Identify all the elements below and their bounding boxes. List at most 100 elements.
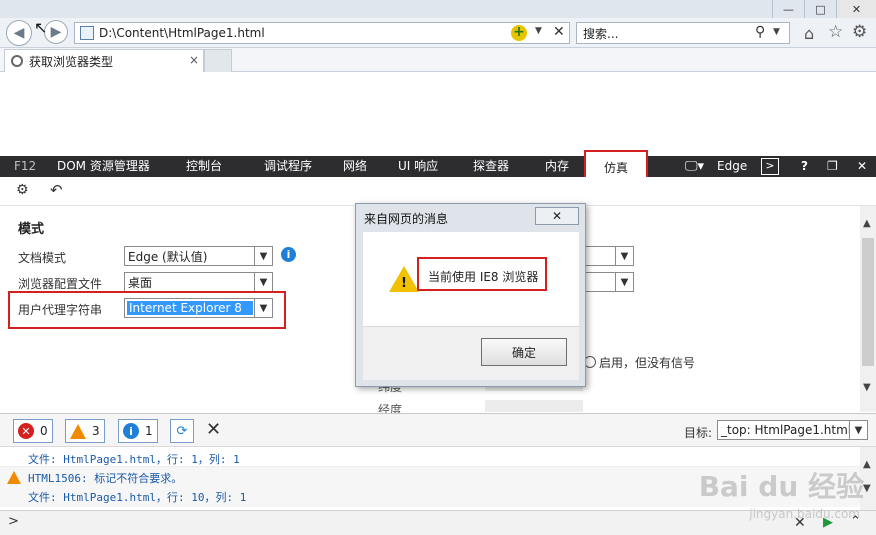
section-title: 模式	[18, 222, 45, 237]
dialog-footer: 确定	[363, 326, 579, 380]
watermark-logo: Bai du 经验	[698, 470, 864, 503]
error-icon: ✕	[18, 423, 34, 439]
tab-debugger[interactable]: 调试程序	[264, 156, 312, 177]
tab-current[interactable]: 获取浏览器类型 ×	[4, 49, 204, 72]
log-line[interactable]: 文件: HtmlPage1.html，行: 1，列: 1	[28, 451, 240, 467]
navigate-icon: ⟳	[176, 423, 188, 439]
forward-button[interactable]: ▶	[44, 20, 68, 44]
maximize-icon[interactable]: □	[804, 0, 836, 18]
console-input-row[interactable]: > ✕ ▶ ⌃	[0, 510, 876, 535]
dialog-close-icon[interactable]: ✕	[535, 207, 579, 225]
clear-on-navigate-button[interactable]: ⟳	[170, 419, 194, 443]
window-titlebar	[0, 0, 876, 18]
back-button[interactable]: ◀	[6, 20, 32, 46]
target-select[interactable]: _top: HtmlPage1.html ▼	[717, 420, 868, 440]
emulation-scrollbar[interactable]: ▲ ▼	[860, 206, 876, 412]
tab-ui-responsiveness[interactable]: UI 响应	[398, 156, 438, 177]
scroll-down-icon[interactable]: ▼	[863, 382, 871, 393]
new-tab-button[interactable]	[204, 49, 232, 72]
dialog-body: ! 当前使用 IE8 浏览器	[363, 232, 579, 326]
help-icon[interactable]: ?	[801, 156, 808, 177]
devtools-tabbar: F12 DOM 资源管理器 控制台 调试程序 网络 UI 响应 探查器 内存 仿…	[0, 150, 876, 186]
minimize-icon[interactable]: —	[772, 0, 804, 18]
warning-icon-mark: !	[401, 276, 407, 291]
log-line[interactable]: HTML1506: 标记不符合要求。	[28, 470, 182, 486]
errors-filter-button[interactable]: ✕ 0	[13, 419, 53, 443]
stop-icon[interactable]: ✕	[553, 24, 565, 40]
browser-profile-label: 浏览器配置文件	[18, 277, 103, 291]
doc-mode-label: 文档模式	[18, 251, 67, 265]
warning-icon	[7, 471, 21, 484]
page-icon	[80, 26, 94, 40]
home-icon[interactable]: ⌂	[804, 24, 814, 43]
infos-count: 1	[145, 424, 153, 438]
console-toggle-icon[interactable]: >	[761, 158, 779, 175]
scroll-thumb[interactable]	[862, 238, 874, 366]
chevron-down-icon: ▼	[849, 421, 867, 439]
dialog-message: 当前使用 IE8 浏览器	[428, 270, 539, 284]
warning-icon	[70, 423, 86, 439]
ua-string-select[interactable]: Internet Explorer 8 ▼	[124, 298, 273, 318]
window-controls: — □ ✕	[772, 0, 876, 18]
close-icon[interactable]: ✕	[836, 0, 876, 18]
target-value: _top: HtmlPage1.html	[721, 423, 852, 437]
tab-network[interactable]: 网络	[343, 156, 367, 177]
favorites-star-icon[interactable]: ☆	[828, 22, 843, 42]
address-text: D:\Content\HtmlPage1.html	[99, 26, 265, 40]
errors-count: 0	[40, 424, 48, 438]
dialog-title: 来自网页的消息	[364, 212, 449, 226]
info-icon: i	[123, 423, 139, 439]
orientation-select[interactable]: ▼	[584, 246, 634, 266]
scroll-down-icon[interactable]: ▼	[863, 483, 871, 494]
longitude-input[interactable]	[485, 400, 583, 412]
undock-icon[interactable]: ❐	[827, 156, 838, 177]
geolocation-option-label: 启用，但没有信号	[599, 356, 696, 370]
settings-icon[interactable]: ⚙	[16, 182, 29, 198]
address-bar[interactable]: D:\Content\HtmlPage1.html + ▼ ✕	[74, 22, 570, 44]
clear-console-icon[interactable]: ✕	[206, 419, 221, 440]
warnings-count: 3	[92, 424, 100, 438]
devtools-close-icon[interactable]: ✕	[857, 156, 867, 177]
search-placeholder: 搜索...	[583, 26, 619, 41]
document-mode-label[interactable]: Edge	[717, 156, 747, 177]
info-filter-button[interactable]: i 1	[118, 419, 158, 443]
info-icon[interactable]: i	[281, 247, 296, 262]
chevron-down-icon: ▼	[254, 299, 272, 317]
search-box[interactable]: 搜索... ⚲ ▼	[576, 22, 790, 44]
ua-string-label: 用户代理字符串	[18, 303, 103, 317]
chevron-down-icon: ▼	[615, 247, 633, 265]
browser-profile-select[interactable]: 桌面 ▼	[124, 272, 273, 292]
tab-memory[interactable]: 内存	[545, 156, 569, 177]
tab-close-icon[interactable]: ×	[189, 53, 199, 67]
dropdown-arrow-icon[interactable]: ▼	[535, 26, 542, 36]
resolution-select[interactable]: ▼	[584, 272, 634, 292]
message-dialog: 来自网页的消息 ✕ ! 当前使用 IE8 浏览器 确定	[355, 203, 586, 387]
chevron-down-icon: ▼	[615, 273, 633, 291]
compatibility-icon[interactable]: +	[511, 25, 527, 41]
warnings-filter-button[interactable]: 3	[65, 419, 105, 443]
loading-icon	[11, 55, 23, 67]
scroll-up-icon[interactable]: ▲	[863, 218, 871, 229]
ok-button[interactable]: 确定	[481, 338, 567, 366]
reset-icon[interactable]: ↶	[50, 181, 63, 199]
search-icon[interactable]: ⚲	[755, 24, 765, 40]
tab-console[interactable]: 控制台	[186, 156, 222, 177]
log-line[interactable]: 文件: HtmlPage1.html，行: 10，列: 1	[28, 489, 246, 505]
doc-mode-select[interactable]: Edge (默认值) ▼	[124, 246, 273, 266]
tab-profiler[interactable]: 探查器	[473, 156, 509, 177]
browser-profile-value: 桌面	[128, 275, 153, 290]
f12-label: F12	[14, 159, 37, 173]
monitor-icon[interactable]: 🖵▾	[685, 156, 704, 177]
target-label: 目标:	[684, 426, 713, 440]
tab-dom-explorer[interactable]: DOM 资源管理器	[57, 156, 150, 177]
list-item: 文件: HtmlPage1.html，行: 1，列: 1	[0, 447, 860, 467]
search-dropdown-icon[interactable]: ▼	[773, 27, 780, 37]
chevron-down-icon: ▼	[254, 273, 272, 291]
ua-string-value: Internet Explorer 8	[127, 301, 253, 315]
gear-icon[interactable]: ⚙	[852, 22, 867, 42]
cursor-icon: ↖	[34, 18, 48, 37]
scroll-up-icon[interactable]: ▲	[863, 459, 871, 470]
watermark-url: jingyan.baidu.com	[749, 507, 860, 521]
page-content	[0, 72, 876, 156]
doc-mode-value: Edge (默认值)	[128, 249, 208, 264]
